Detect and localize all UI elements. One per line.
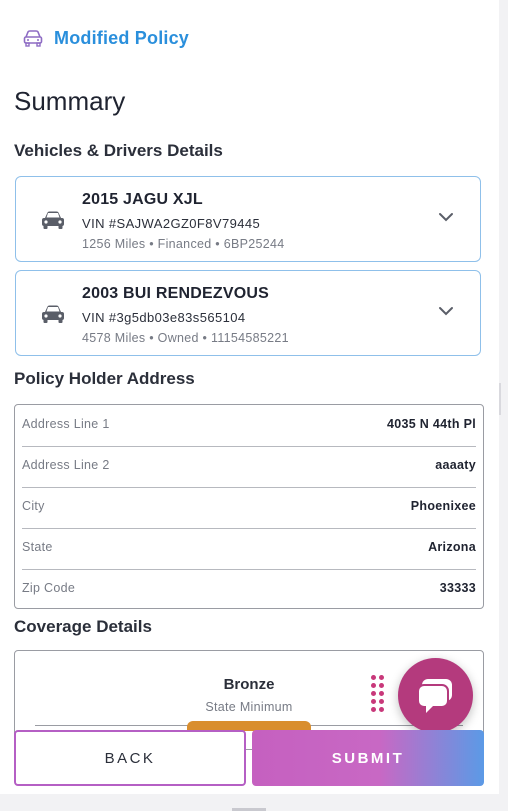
vehicles-section-title: Vehicles & Drivers Details: [14, 141, 223, 160]
address-label: Address Line 1: [22, 417, 110, 431]
address-label: Address Line 2: [22, 458, 110, 472]
chevron-down-icon[interactable]: [438, 305, 454, 317]
car-icon: [42, 305, 64, 323]
vehicle-meta: 4578 Miles • Owned • 11154585221: [82, 331, 289, 345]
address-row: State Arizona: [22, 528, 476, 570]
vehicle-meta: 1256 Miles • Financed • 6BP25244: [82, 237, 285, 251]
address-value: aaaaty: [435, 458, 476, 472]
vehicle-card[interactable]: 2003 BUI RENDEZVOUS VIN #3g5db03e83s5651…: [15, 270, 481, 356]
drag-handle-icon[interactable]: [371, 675, 387, 719]
address-label: City: [22, 499, 45, 513]
vehicle-vin: VIN #3g5db03e83s565104: [82, 310, 246, 325]
address-row: Address Line 2 aaaaty: [22, 446, 476, 488]
address-row: Zip Code 33333: [22, 569, 476, 610]
address-section-title: Policy Holder Address: [14, 369, 195, 388]
vehicle-title: 2003 BUI RENDEZVOUS: [82, 285, 269, 302]
chat-button[interactable]: [398, 658, 473, 733]
car-icon: [42, 211, 64, 229]
address-value: 4035 N 44th Pl: [387, 417, 476, 431]
address-label: State: [22, 540, 53, 554]
address-value: 33333: [439, 581, 476, 595]
page-header-title: Modified Policy: [54, 27, 190, 48]
back-button[interactable]: BACK: [14, 730, 246, 786]
address-value: Arizona: [428, 540, 476, 554]
address-row: City Phoenixee: [22, 487, 476, 529]
submit-button[interactable]: SUBMIT: [252, 730, 484, 786]
address-value: Phoenixee: [410, 499, 476, 513]
header: Modified Policy: [22, 27, 189, 49]
vehicle-card[interactable]: 2015 JAGU XJL VIN #SAJWA2GZ0F8V79445 125…: [15, 176, 481, 262]
vehicle-vin: VIN #SAJWA2GZ0F8V79445: [82, 216, 261, 231]
address-box: Address Line 1 4035 N 44th Pl Address Li…: [14, 404, 484, 609]
right-scroll-strip: [499, 0, 508, 811]
chat-icon: [417, 679, 452, 713]
coverage-section-title: Coverage Details: [14, 617, 152, 636]
chevron-down-icon[interactable]: [438, 211, 454, 223]
address-label: Zip Code: [22, 581, 76, 595]
car-outline-icon: [23, 30, 43, 47]
vehicle-title: 2015 JAGU XJL: [82, 191, 203, 208]
page-title: Summary: [14, 86, 126, 116]
scroll-indicator[interactable]: [499, 383, 501, 415]
address-row: Address Line 1 4035 N 44th Pl: [22, 405, 476, 447]
